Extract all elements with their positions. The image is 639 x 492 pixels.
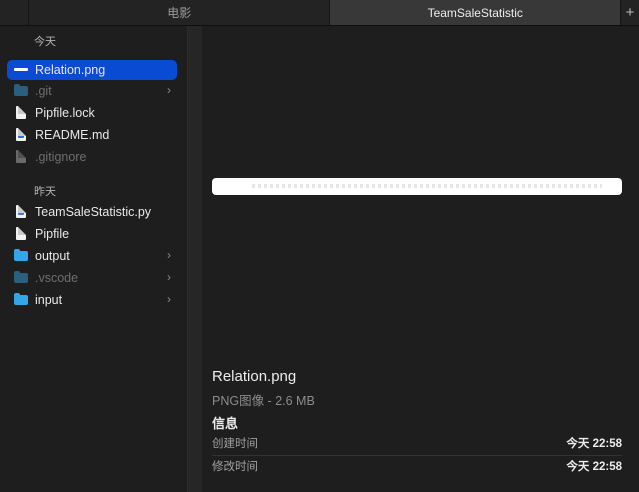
folder-icon: [14, 293, 28, 307]
image-thumbnail[interactable]: [212, 178, 622, 195]
png-image-icon: [14, 63, 28, 77]
chevron-right-icon[interactable]: ›: [167, 248, 171, 262]
file-row-pipfile[interactable]: Pipfile: [7, 224, 177, 244]
tab-movies[interactable]: 电影: [28, 0, 331, 25]
group-header-today: 今天: [34, 36, 56, 48]
tab-bar: 电影 TeamSaleStatistic +: [0, 0, 639, 26]
preview-pane: [188, 26, 639, 492]
python-document-icon: [14, 205, 28, 219]
tab-bar-left-gap: [0, 0, 29, 25]
file-row-input[interactable]: input ›: [7, 290, 177, 310]
created-label: 创建时间: [212, 438, 258, 450]
file-name: .vscode: [35, 271, 79, 285]
chevron-right-icon[interactable]: ›: [167, 292, 171, 306]
markdown-document-icon: [14, 128, 28, 142]
document-icon: [14, 150, 28, 164]
file-row-pipfile-lock[interactable]: Pipfile.lock: [7, 103, 177, 123]
document-icon: [14, 227, 28, 241]
file-name: output: [35, 249, 70, 263]
file-name: TeamSaleStatistic.py: [35, 205, 152, 219]
group-header-yesterday: 昨天: [34, 186, 56, 198]
folder-icon: [14, 271, 28, 285]
chevron-right-icon[interactable]: ›: [167, 270, 171, 284]
file-row-output[interactable]: output ›: [7, 246, 177, 266]
file-name: .gitignore: [35, 150, 87, 164]
preview-file-kind: PNG图像 - 2.6 MB: [212, 394, 315, 408]
finder-window: 电影 TeamSaleStatistic + 今天 Relation.png .…: [0, 0, 639, 492]
preview-edge: [188, 26, 202, 492]
file-row-teamsalestatistic-py[interactable]: TeamSaleStatistic.py: [7, 202, 177, 222]
file-row-readme-md[interactable]: README.md: [7, 125, 177, 145]
folder-icon: [14, 84, 28, 98]
file-name: Pipfile: [35, 227, 70, 241]
created-row: 创建时间 今天 22:58: [212, 432, 622, 454]
chevron-right-icon[interactable]: ›: [167, 83, 171, 97]
file-name: Pipfile.lock: [35, 106, 95, 120]
file-row-vscode[interactable]: .vscode ›: [7, 268, 177, 288]
file-name: .git: [35, 84, 52, 98]
file-row-git[interactable]: .git ›: [7, 81, 177, 101]
modified-label: 修改时间: [212, 461, 258, 473]
thumbnail-content: [252, 184, 602, 188]
file-name: Relation.png: [35, 63, 106, 77]
file-name: input: [35, 293, 63, 307]
folder-icon: [14, 249, 28, 263]
file-name: README.md: [35, 128, 110, 142]
modified-row: 修改时间 今天 22:58: [212, 455, 622, 477]
file-row-relation-png[interactable]: Relation.png: [7, 60, 177, 80]
tab-teamsalestatistic[interactable]: TeamSaleStatistic: [330, 0, 622, 25]
modified-value: 今天 22:58: [566, 461, 622, 473]
file-row-gitignore[interactable]: .gitignore: [7, 147, 177, 167]
document-icon: [14, 106, 28, 120]
info-header: 信息: [212, 416, 239, 431]
created-value: 今天 22:58: [566, 438, 622, 450]
new-tab-button[interactable]: +: [621, 0, 639, 25]
preview-file-name: Relation.png: [212, 368, 297, 385]
